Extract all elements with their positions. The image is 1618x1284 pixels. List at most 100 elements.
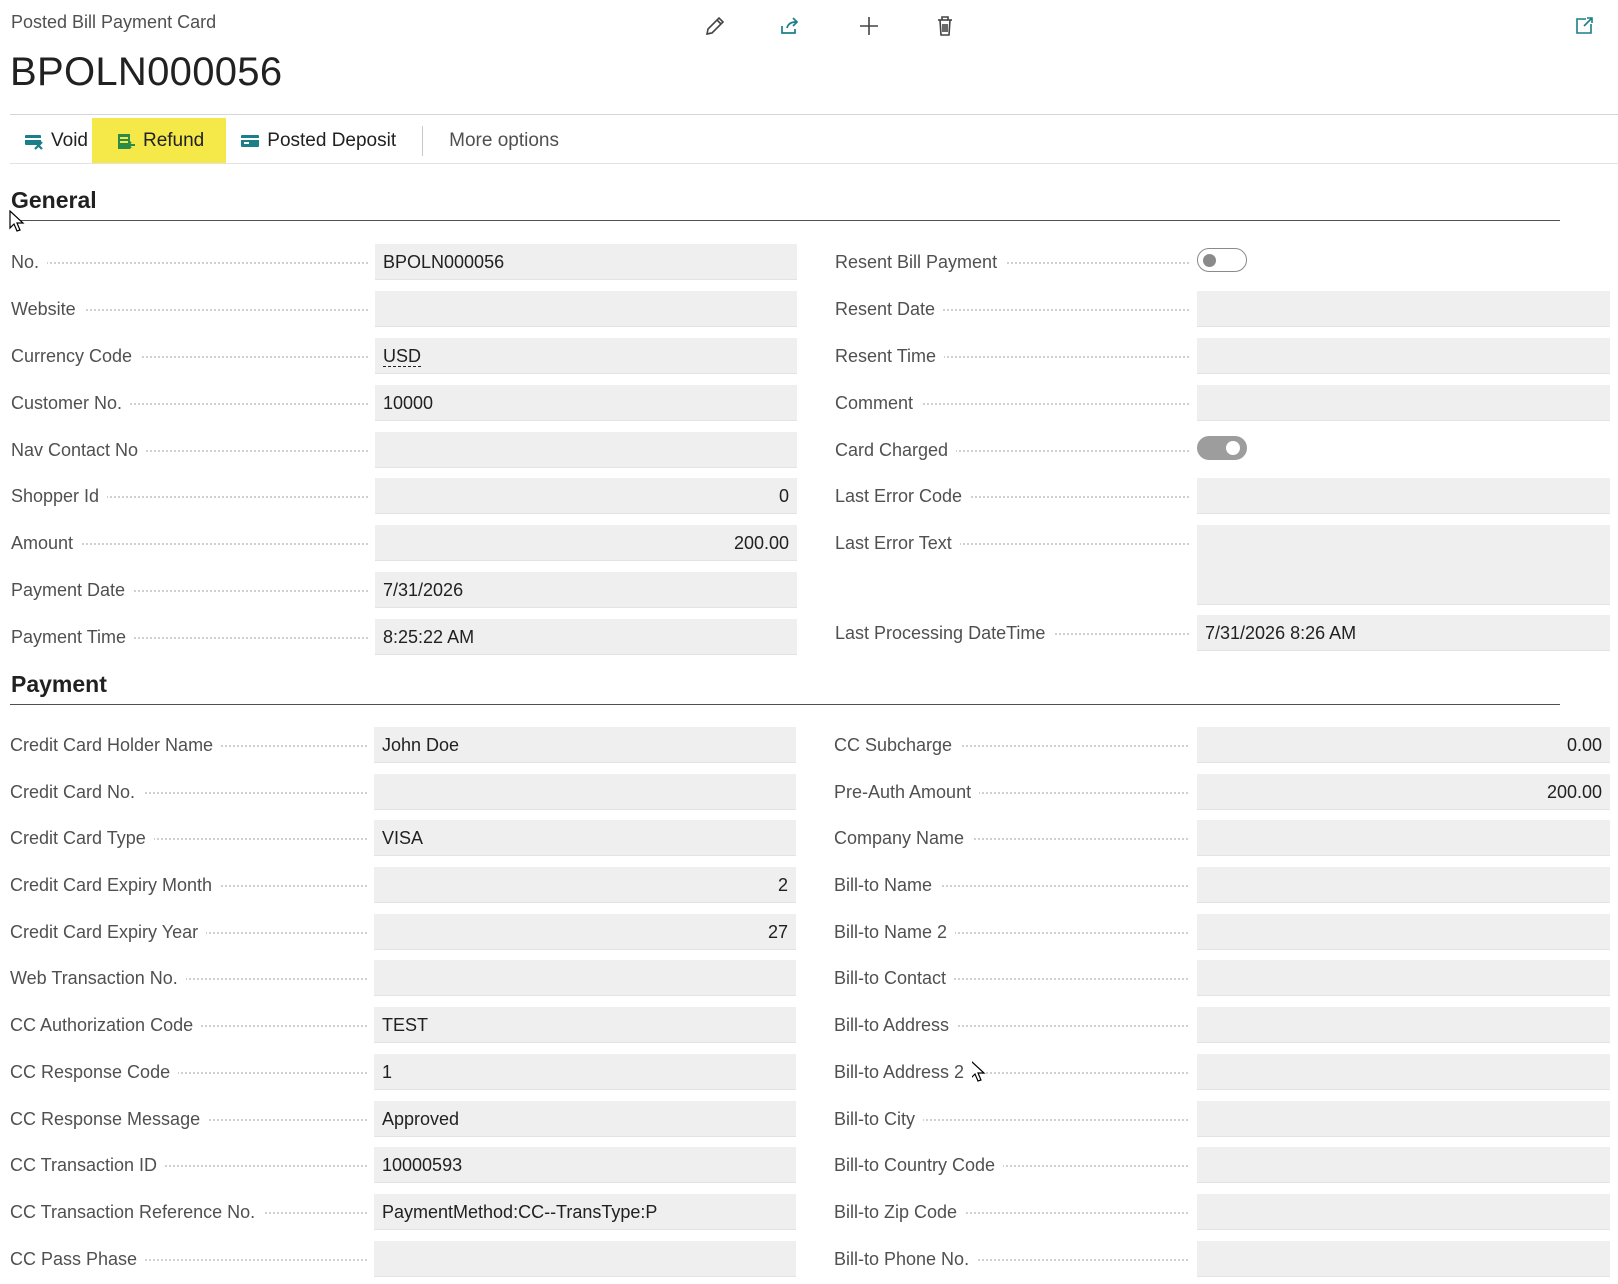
nav-contact-no-field: Nav Contact No [11,432,797,468]
credit-card-holder-name-value: John Doe [382,735,460,755]
web-transaction-no-label: Web Transaction No. [10,960,375,996]
resent-time-label: Resent Time [835,338,1197,374]
card-icon [241,135,260,147]
bill-to-contact-input[interactable] [1197,960,1610,996]
bill-to-address-field: Bill-to Address [834,1007,1610,1043]
bill-to-name-2-input[interactable] [1197,914,1610,950]
amount-input[interactable]: 200.00 [375,525,797,561]
last-error-text-input[interactable] [1197,525,1610,605]
card-charged-label: Card Charged [835,432,1197,468]
bill-to-phone-no-input[interactable] [1197,1241,1610,1277]
bill-to-name-field: Bill-to Name [834,867,1610,903]
action-separator [422,126,424,156]
cc-subcharge-label-text: CC Subcharge [834,727,961,763]
bill-to-city-field: Bill-to City [834,1101,1610,1137]
currency-code-label: Currency Code [11,338,376,374]
bill-to-address-2-label-text: Bill-to Address 2 [834,1054,973,1090]
refund-button[interactable]: Refund [91,118,227,164]
cc-transaction-id-value: 10000593 [382,1155,463,1175]
bill-to-country-code-input[interactable] [1197,1147,1610,1183]
customer-no-input[interactable]: 10000 [375,385,797,421]
cc-response-code-input[interactable]: 1 [374,1054,796,1090]
bill-to-address-input[interactable] [1197,1007,1610,1043]
resent-date-input[interactable] [1197,291,1610,327]
cc-subcharge-input[interactable]: 0.00 [1197,727,1610,763]
company-name-input[interactable] [1197,820,1610,856]
card-charged-toggle[interactable] [1197,436,1247,460]
cc-pass-phase-input[interactable] [374,1241,796,1277]
bill-to-country-code-label: Bill-to Country Code [834,1147,1196,1183]
credit-card-no-input[interactable] [374,774,796,810]
refund-icon [117,134,135,149]
bill-to-address-2-input[interactable] [1197,1054,1610,1090]
bill-to-country-code-field: Bill-to Country Code [834,1147,1610,1183]
share-icon[interactable] [776,12,804,40]
website-field: Website [11,291,797,327]
credit-card-expiry-month-field: Credit Card Expiry Month 2 [10,867,796,903]
bill-to-name-2-field: Bill-to Name 2 [834,914,1610,950]
trash-icon[interactable] [931,12,959,40]
payment-date-input[interactable]: 7/31/2026 [375,572,797,608]
resent-time-field: Resent Time [835,338,1610,374]
customer-no-label-text: Customer No. [11,385,131,421]
pre-auth-amount-field: Pre-Auth Amount 200.00 [834,774,1610,810]
website-label: Website [11,291,376,327]
pencil-icon[interactable] [701,12,729,40]
bill-to-city-input[interactable] [1197,1101,1610,1137]
web-transaction-no-input[interactable] [374,960,796,996]
cc-subcharge-field: CC Subcharge 0.00 [834,727,1610,763]
posted-deposit-button[interactable]: Posted Deposit [226,118,410,164]
cc-authorization-code-input[interactable]: TEST [374,1007,796,1043]
credit-card-holder-name-input[interactable]: John Doe [374,727,796,763]
bill-to-phone-no-field: Bill-to Phone No. [834,1241,1610,1277]
more-options-button[interactable]: More options [439,118,573,164]
credit-card-type-input[interactable]: VISA [374,820,796,856]
last-error-code-input[interactable] [1197,478,1610,514]
bill-to-city-label: Bill-to City [834,1101,1196,1137]
pre-auth-amount-value: 200.00 [1546,782,1602,802]
resent-bill-payment-toggle[interactable] [1197,248,1247,272]
resent-bill-payment-label-text: Resent Bill Payment [835,244,1006,280]
open-in-new-window-icon[interactable] [1570,12,1598,40]
nav-contact-no-input[interactable] [375,432,797,468]
last-error-code-label-text: Last Error Code [835,478,971,514]
pre-auth-amount-label-text: Pre-Auth Amount [834,774,980,810]
cc-response-message-input[interactable]: Approved [374,1101,796,1137]
credit-card-expiry-year-input[interactable]: 27 [374,914,796,950]
credit-card-holder-name-label: Credit Card Holder Name [10,727,375,763]
posted-deposit-label: Posted Deposit [267,130,397,151]
pre-auth-amount-input[interactable]: 200.00 [1197,774,1610,810]
last-processing-datetime-input[interactable]: 7/31/2026 8:26 AM [1197,615,1610,651]
bill-to-name-input[interactable] [1197,867,1610,903]
cc-response-code-field: CC Response Code 1 [10,1054,796,1090]
last-error-code-field: Last Error Code [835,478,1610,514]
bill-to-address-label: Bill-to Address [834,1007,1196,1043]
no-input[interactable]: BPOLN000056 [375,244,797,280]
resent-date-field: Resent Date [835,291,1610,327]
shopper-id-label: Shopper Id [11,478,376,514]
amount-value: 200.00 [733,533,789,553]
nav-contact-no-label: Nav Contact No [11,432,376,468]
bill-to-contact-label: Bill-to Contact [834,960,1196,996]
card-charged-label-text: Card Charged [835,432,957,468]
cc-pass-phase-label: CC Pass Phase [10,1241,375,1277]
cc-transaction-reference-no-input[interactable]: PaymentMethod:CC--TransType:P [374,1194,796,1230]
payment-time-input[interactable]: 8:25:22 AM [375,619,797,655]
bill-to-name-label: Bill-to Name [834,867,1196,903]
plus-icon[interactable] [855,12,883,40]
bill-to-zip-code-input[interactable] [1197,1194,1610,1230]
void-button[interactable]: Void [10,118,92,164]
resent-date-label: Resent Date [835,291,1197,327]
shopper-id-input[interactable]: 0 [375,478,797,514]
cc-transaction-id-input[interactable]: 10000593 [374,1147,796,1183]
cc-pass-phase-label-text: CC Pass Phase [10,1241,146,1277]
comment-input[interactable] [1197,385,1610,421]
bill-to-name-2-label-text: Bill-to Name 2 [834,914,956,950]
payment-section-title[interactable]: Payment [11,671,107,698]
resent-bill-payment-label: Resent Bill Payment [835,244,1197,280]
website-input[interactable] [375,291,797,327]
credit-card-expiry-month-input[interactable]: 2 [374,867,796,903]
resent-time-input[interactable] [1197,338,1610,374]
company-name-label-text: Company Name [834,820,973,856]
currency-code-input[interactable]: USD [375,338,797,374]
